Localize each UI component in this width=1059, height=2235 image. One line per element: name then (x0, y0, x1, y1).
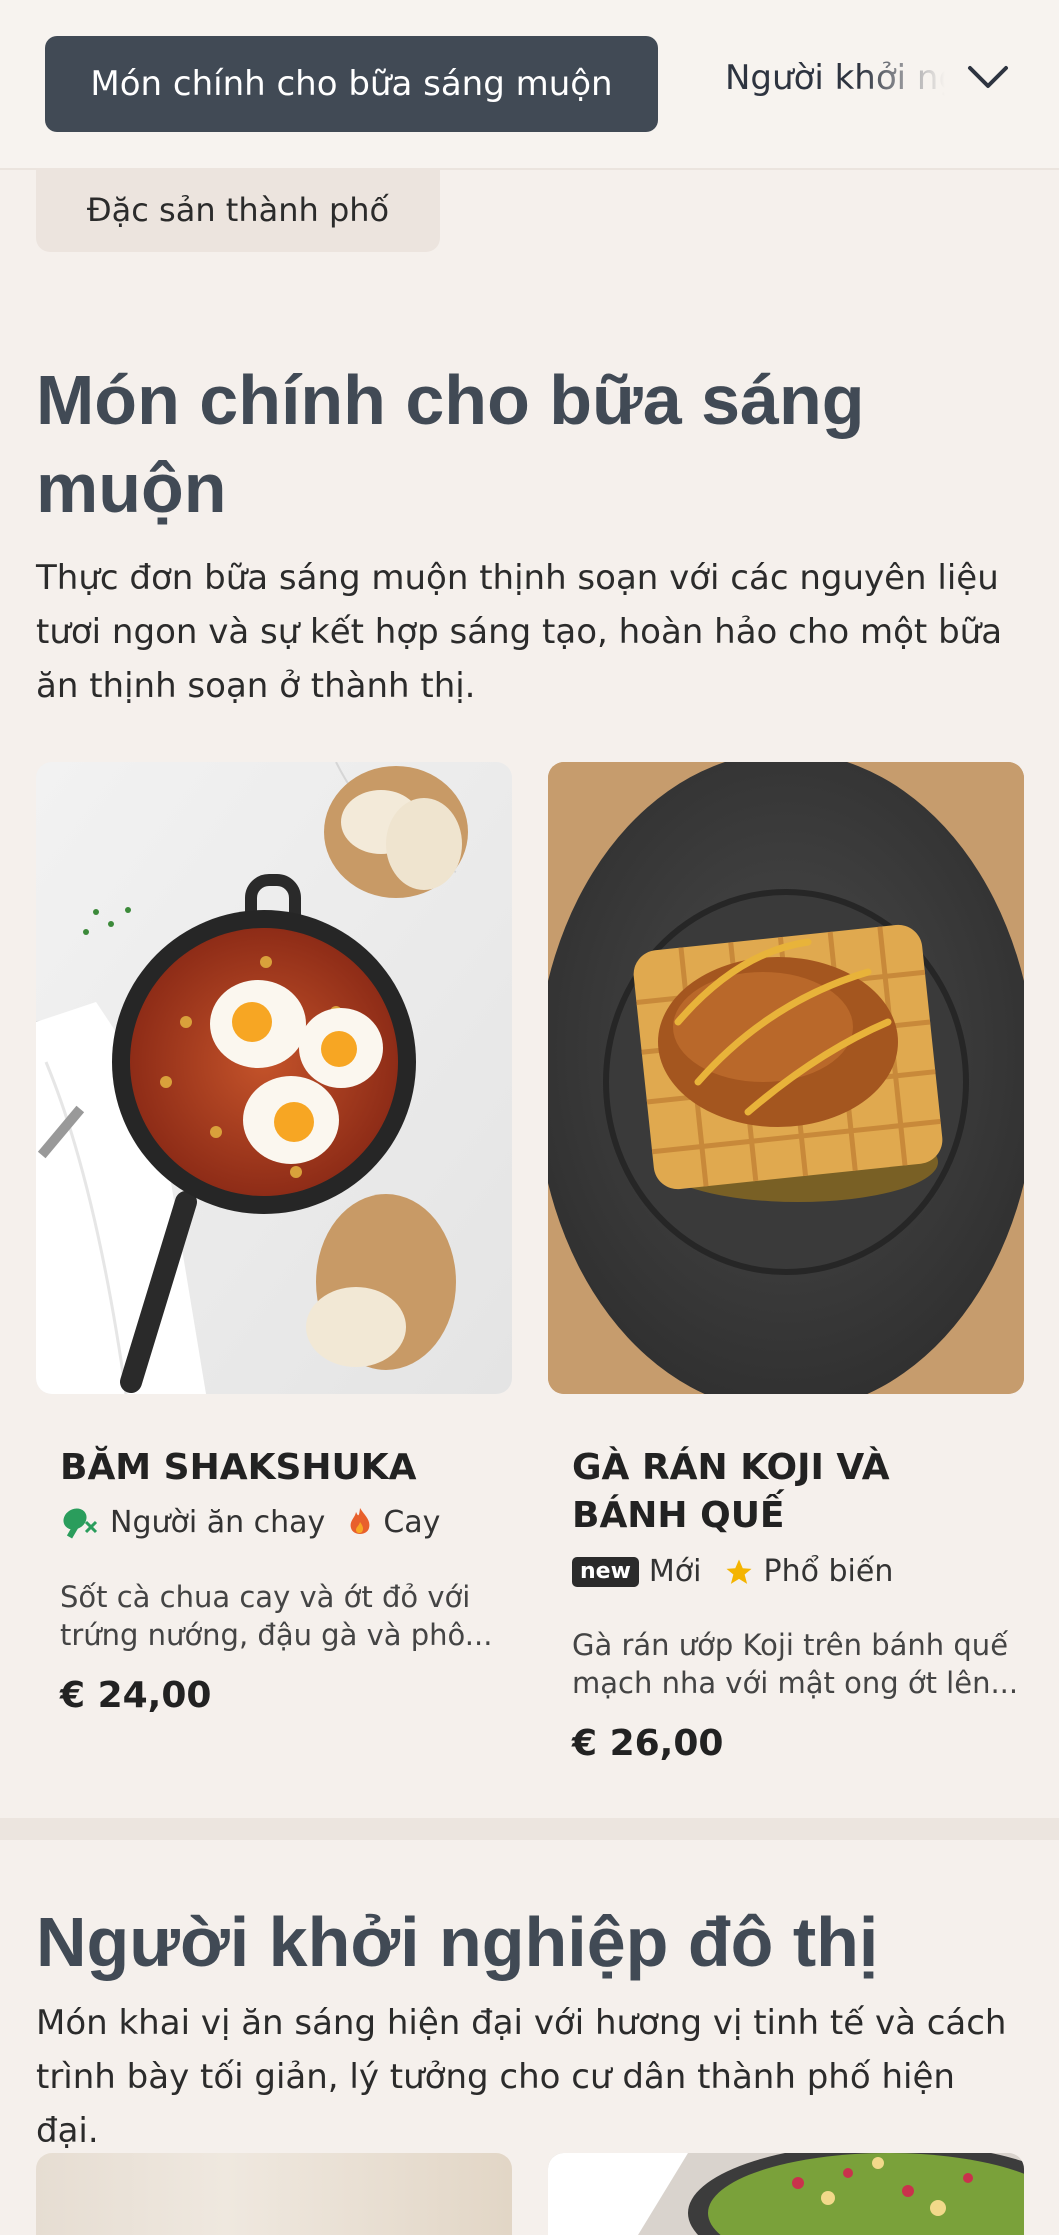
menu-item-name[interactable]: GÀ RÁN KOJI VÀ BÁNH QUẾ (572, 1444, 1012, 1540)
menu-item-description: Gà rán ướp Koji trên bánh quế mạch nha v… (572, 1628, 1019, 1700)
vegetarian-drumstick-icon (63, 1508, 98, 1539)
tag-popular: Phổ biến (724, 1554, 893, 1589)
tag-vegetarian: Người ăn chay (60, 1504, 325, 1540)
star-icon (726, 1559, 751, 1584)
menu-item-description: Sốt cà chua cay và ớt đỏ với trứng nướng… (60, 1580, 493, 1652)
menu-item-image[interactable] (548, 2153, 1024, 2235)
shakshuka-image[interactable] (36, 762, 512, 1394)
menu-item-name[interactable]: BĂM SHAKSHUKA (60, 1444, 500, 1492)
section-divider (0, 1818, 1059, 1840)
category-chip-active[interactable]: Món chính cho bữa sáng muộn (45, 36, 658, 132)
chevron-down-icon[interactable] (966, 64, 1010, 92)
menu-item-image[interactable] (36, 2153, 512, 2235)
menu-item-tags: Người ăn chay Cay (60, 1504, 452, 1540)
section-title: Món chính cho bữa sáng muộn (36, 361, 865, 527)
category-chip-city-specialty[interactable]: Đặc sản thành phố (36, 168, 440, 252)
koji-chicken-waffle-image[interactable] (548, 762, 1024, 1394)
flame-icon (350, 1508, 370, 1534)
tag-new: new Mới (572, 1554, 702, 1589)
tag-spicy: Cay (347, 1505, 440, 1540)
category-nav: Món chính cho bữa sáng muộn Người khởi n… (0, 0, 1059, 170)
menu-item-tags: new Mới Phổ biến (572, 1554, 905, 1589)
menu-item-price: € 24,00 (60, 1675, 212, 1716)
scroll-fade (860, 36, 960, 132)
new-badge: new (572, 1556, 639, 1587)
menu-item-price: € 26,00 (572, 1723, 724, 1764)
section-title: Người khởi nghiệp đô thị (36, 1903, 879, 1981)
section-description: Thực đơn bữa sáng muộn thịnh soạn với cá… (36, 558, 1003, 706)
section-description: Món khai vị ăn sáng hiện đại với hương v… (36, 2003, 1007, 2151)
